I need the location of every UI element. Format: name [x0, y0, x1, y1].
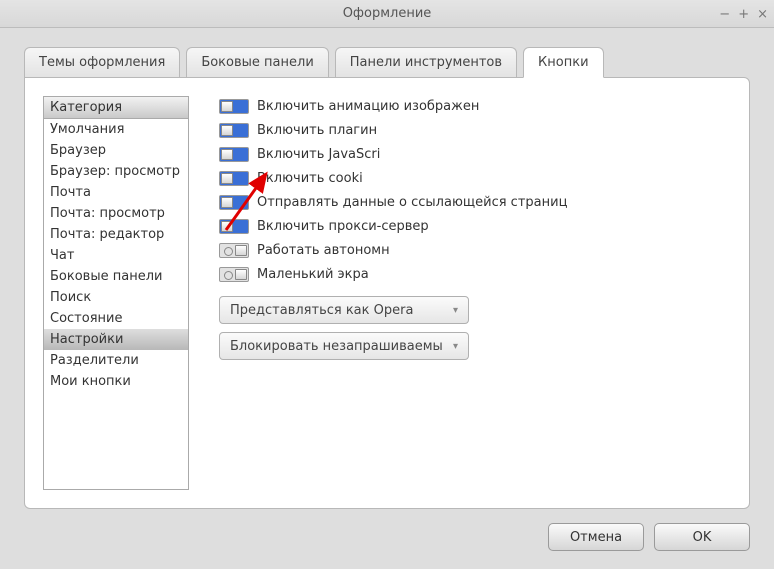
sidebar-header: Категория	[44, 97, 188, 119]
tab-label: Кнопки	[538, 55, 588, 70]
sidebar-item-mail-view[interactable]: Почта: просмотр	[44, 203, 188, 224]
option-label: Работать автономн	[257, 243, 390, 258]
sidebar-item-defaults[interactable]: Умолчания	[44, 119, 188, 140]
toggle-work-offline[interactable]	[219, 243, 249, 258]
sidebar-item-browser[interactable]: Браузер	[44, 140, 188, 161]
sidebar-item-label: Поиск	[50, 290, 91, 305]
toggle-small-screen[interactable]	[219, 267, 249, 282]
ok-button[interactable]: OK	[654, 523, 750, 551]
tab-label: Панели инструментов	[350, 55, 502, 70]
sidebar-header-label: Категория	[50, 100, 122, 115]
dropdown-block-unrequested[interactable]: Блокировать незапрашиваемы ▾	[219, 332, 469, 360]
close-icon[interactable]: ×	[757, 7, 768, 22]
option-label: Отправлять данные о ссылающейся страниц	[257, 195, 567, 210]
sidebar-item-my-buttons[interactable]: Мои кнопки	[44, 371, 188, 392]
tabstrip: Темы оформления Боковые панели Панели ин…	[24, 46, 750, 77]
option-enable-plugins: Включить плагин	[219, 120, 731, 140]
sidebar-item-label: Мои кнопки	[50, 374, 131, 389]
toggle-enable-cookies[interactable]	[219, 171, 249, 186]
sidebar-item-label: Почта: просмотр	[50, 206, 165, 221]
sidebar-item-browser-view[interactable]: Браузер: просмотр	[44, 161, 188, 182]
dropdown-identify-as[interactable]: Представляться как Opera ▾	[219, 296, 469, 324]
option-send-referrer: Отправлять данные о ссылающейся страниц	[219, 192, 731, 212]
toggle-enable-image-animation[interactable]	[219, 99, 249, 114]
sidebar-item-chat[interactable]: Чат	[44, 245, 188, 266]
toggle-enable-plugins[interactable]	[219, 123, 249, 138]
button-label: Отмена	[570, 530, 622, 545]
option-work-offline: Работать автономн	[219, 240, 731, 260]
dropdown-label: Представляться как Opera	[230, 303, 413, 318]
tab-buttons[interactable]: Кнопки	[523, 47, 603, 78]
sidebar-item-label: Почта: редактор	[50, 227, 164, 242]
sidebar-item-search[interactable]: Поиск	[44, 287, 188, 308]
dropdown-label: Блокировать незапрашиваемы	[230, 339, 443, 354]
toggle-send-referrer[interactable]	[219, 195, 249, 210]
option-small-screen: Маленький экра	[219, 264, 731, 284]
option-enable-javascript: Включить JavaScri	[219, 144, 731, 164]
option-label: Включить плагин	[257, 123, 377, 138]
sidebar-item-label: Разделители	[50, 353, 139, 368]
chevron-down-icon: ▾	[453, 305, 458, 316]
sidebar-item-mail-editor[interactable]: Почта: редактор	[44, 224, 188, 245]
option-label: Включить анимацию изображен	[257, 99, 479, 114]
sidebar-item-mail[interactable]: Почта	[44, 182, 188, 203]
option-label: Включить cooki	[257, 171, 363, 186]
tab-label: Темы оформления	[39, 55, 165, 70]
tab-toolbars[interactable]: Панели инструментов	[335, 47, 517, 78]
sidebar-item-label: Боковые панели	[50, 269, 162, 284]
dialog-footer: Отмена OK	[0, 523, 774, 569]
sidebar-item-label: Браузер	[50, 143, 106, 158]
main-panel: Категория Умолчания Браузер Браузер: про…	[24, 77, 750, 509]
sidebar-item-status[interactable]: Состояние	[44, 308, 188, 329]
option-enable-proxy: Включить прокси-сервер	[219, 216, 731, 236]
category-sidebar: Категория Умолчания Браузер Браузер: про…	[43, 96, 189, 490]
cancel-button[interactable]: Отмена	[548, 523, 644, 551]
option-enable-cookies: Включить cooki	[219, 168, 731, 188]
option-label: Включить прокси-сервер	[257, 219, 429, 234]
sidebar-item-label: Чат	[50, 248, 74, 263]
tab-label: Боковые панели	[201, 55, 313, 70]
sidebar-item-label: Браузер: просмотр	[50, 164, 180, 179]
window-controls: − + ×	[719, 0, 768, 28]
option-label: Маленький экра	[257, 267, 369, 282]
toggle-enable-proxy[interactable]	[219, 219, 249, 234]
option-enable-image-animation: Включить анимацию изображен	[219, 96, 731, 116]
sidebar-item-separators[interactable]: Разделители	[44, 350, 188, 371]
window-titlebar: Оформление − + ×	[0, 0, 774, 28]
sidebar-item-label: Настройки	[50, 332, 123, 347]
tab-side-panels[interactable]: Боковые панели	[186, 47, 328, 78]
window-title: Оформление	[343, 6, 432, 21]
chevron-down-icon: ▾	[453, 341, 458, 352]
sidebar-item-label: Умолчания	[50, 122, 124, 137]
sidebar-item-label: Состояние	[50, 311, 122, 326]
sidebar-item-settings[interactable]: Настройки	[44, 329, 188, 350]
options-area: Включить анимацию изображен Включить пла…	[189, 96, 731, 490]
maximize-icon[interactable]: +	[738, 7, 749, 22]
minimize-icon[interactable]: −	[719, 7, 730, 22]
sidebar-item-label: Почта	[50, 185, 91, 200]
sidebar-item-side-panels[interactable]: Боковые панели	[44, 266, 188, 287]
button-label: OK	[693, 530, 712, 545]
toggle-enable-javascript[interactable]	[219, 147, 249, 162]
tab-themes[interactable]: Темы оформления	[24, 47, 180, 78]
option-label: Включить JavaScri	[257, 147, 380, 162]
